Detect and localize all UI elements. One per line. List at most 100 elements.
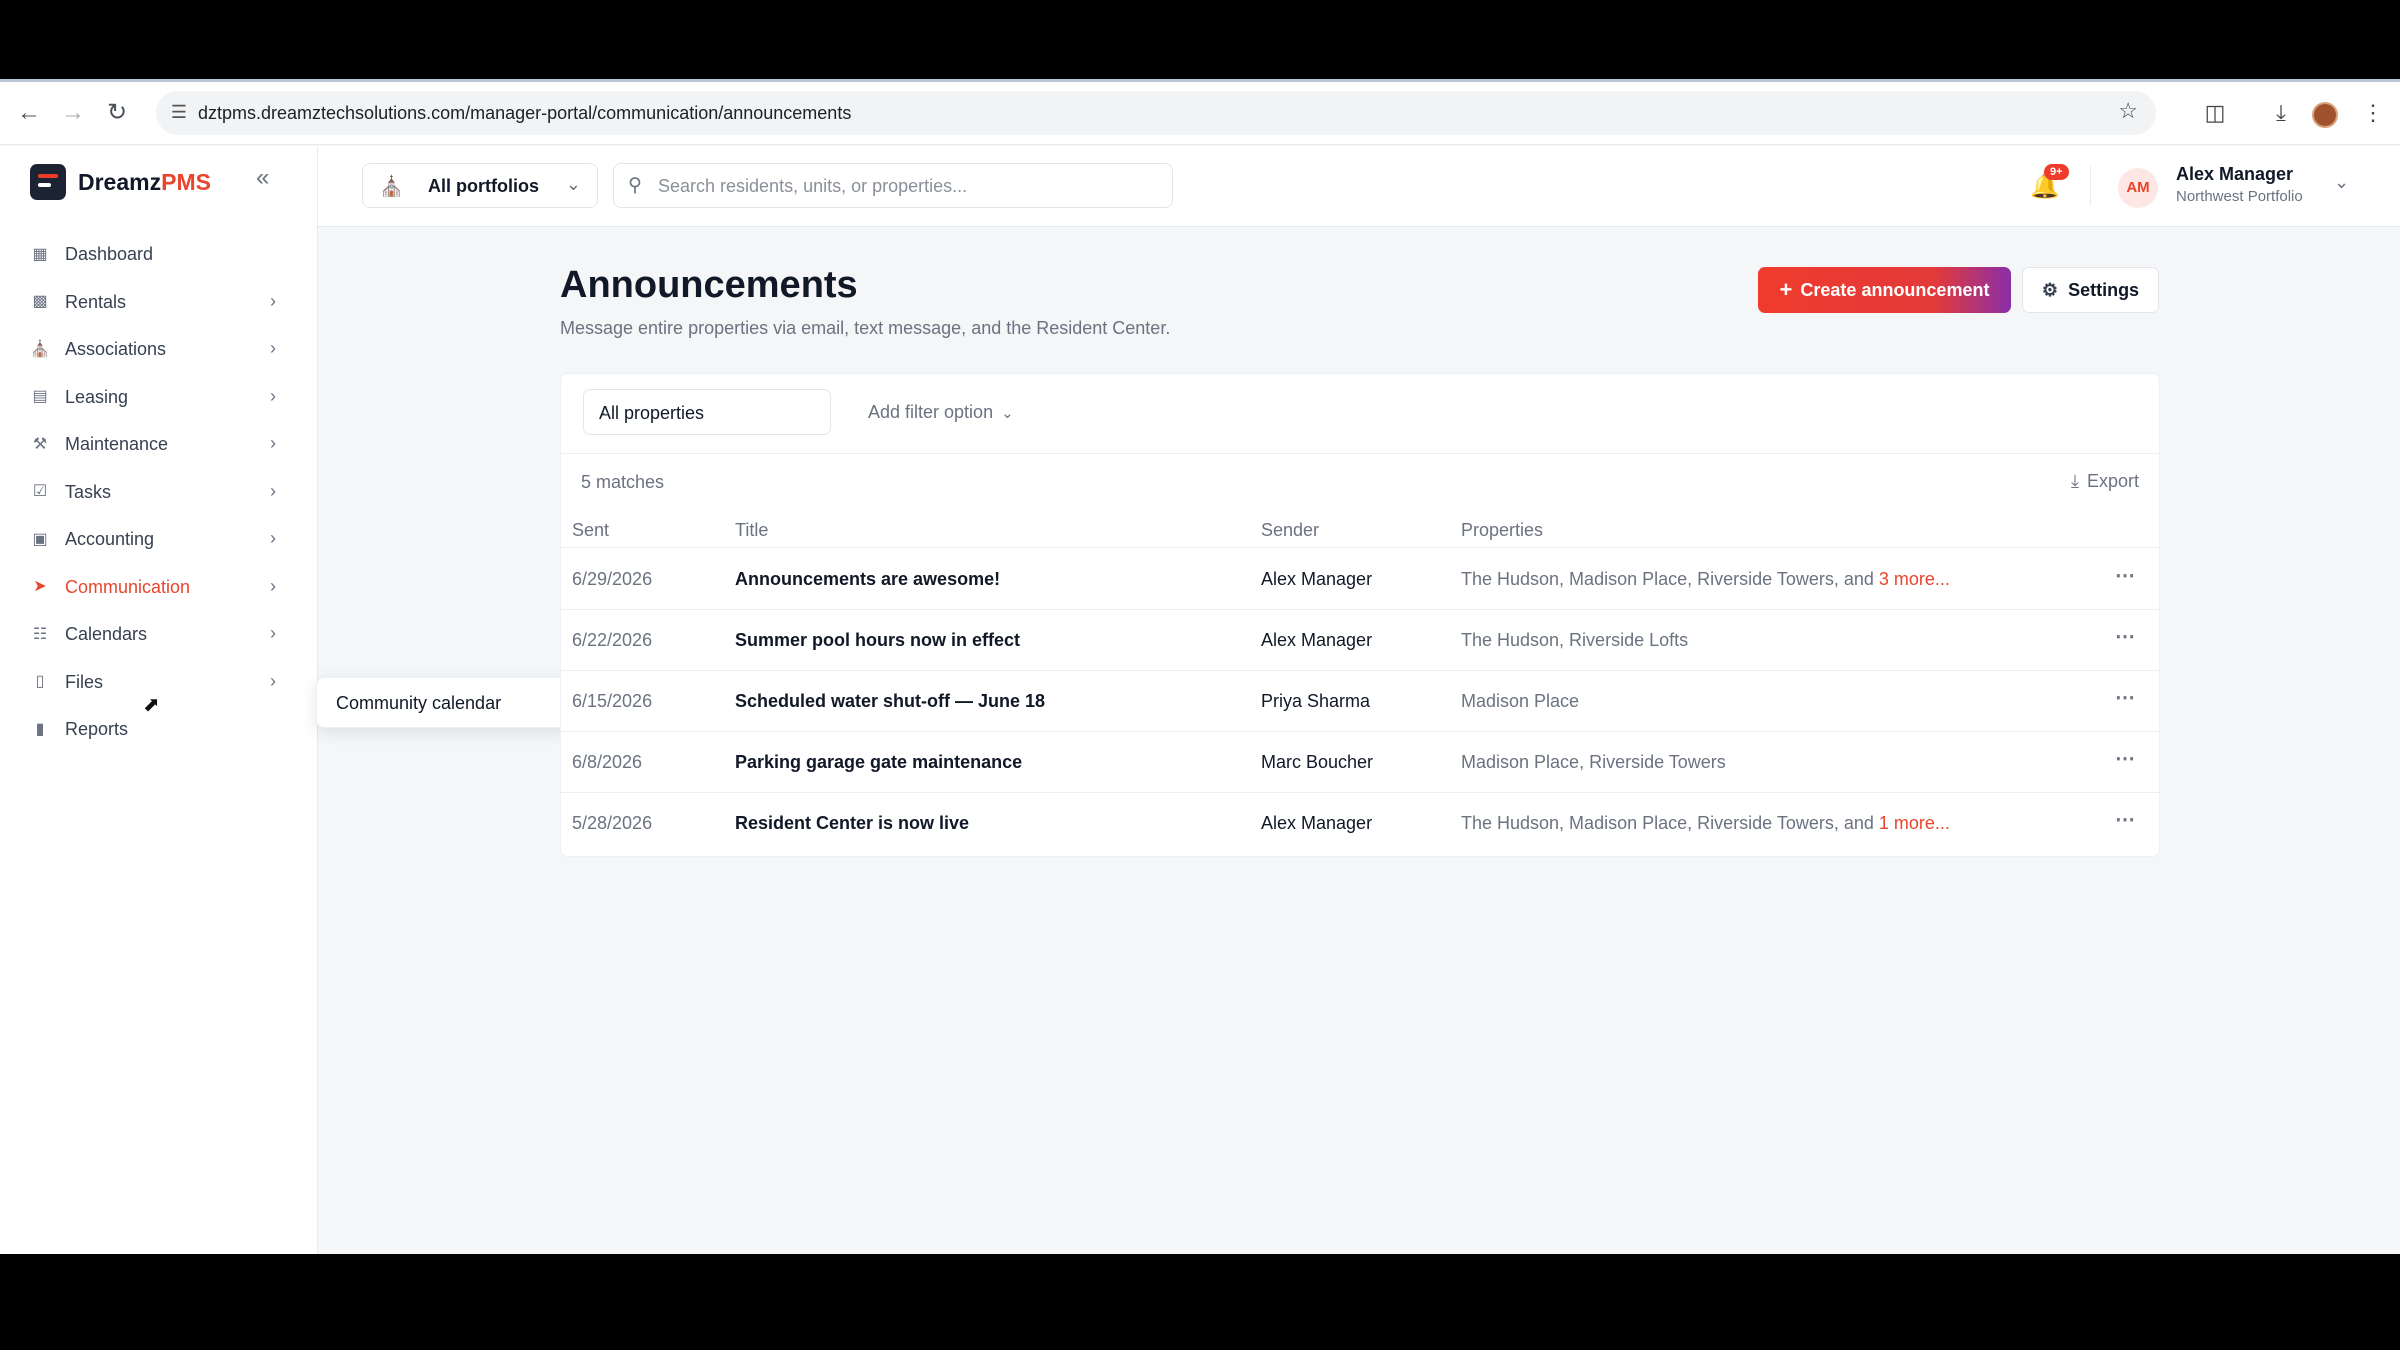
cell-title[interactable]: Scheduled water shut-off — June 18 xyxy=(735,691,1045,712)
sidebar-item-label: Reports xyxy=(65,719,129,740)
table-row[interactable]: 6/29/2026 Announcements are awesome! Ale… xyxy=(561,549,2159,610)
settings-label: Settings xyxy=(2068,279,2140,300)
portfolio-selector[interactable]: ⛪ All portfolios ⌄ xyxy=(362,163,598,208)
more-options-icon[interactable]: ⋯ xyxy=(2115,685,2136,710)
add-filter-label: Add filter option xyxy=(868,402,994,422)
reload-icon[interactable]: ↻ xyxy=(102,98,132,128)
sidebar-item-label: Files xyxy=(65,671,104,692)
cell-sent: 6/15/2026 xyxy=(572,691,653,711)
more-options-icon[interactable]: ⋯ xyxy=(2115,624,2136,649)
back-icon[interactable]: ← xyxy=(14,98,44,128)
browser-window: ← → ↻ ☰ dztpms.dreamztechsolutions.com/m… xyxy=(0,79,2400,1254)
cell-properties: The Hudson, Riverside Lofts xyxy=(1461,630,1688,651)
properties-text: Madison Place, Riverside Towers xyxy=(1461,752,1726,772)
calendars-submenu[interactable]: Community calendar xyxy=(316,677,570,728)
sidebar-nav: ▦ Dashboard ▩ Rentals › ⛪ Associations › xyxy=(0,231,318,754)
bar-chart-icon: ▮ xyxy=(35,720,45,738)
sidebar-item-accounting[interactable]: ▣ Accounting › xyxy=(0,516,318,564)
more-options-icon[interactable]: ⋯ xyxy=(2115,563,2136,588)
cell-title[interactable]: Resident Center is now live xyxy=(735,813,969,834)
browser-profile-avatar[interactable] xyxy=(2312,102,2338,128)
settings-button[interactable]: ⚙ Settings xyxy=(2022,267,2159,313)
search-input[interactable] xyxy=(658,172,1158,200)
more-properties-link[interactable]: 1 more... xyxy=(1879,813,1950,833)
table-header: Sent Title Sender Properties xyxy=(561,508,2159,548)
table-row[interactable]: 6/8/2026 Parking garage gate maintenance… xyxy=(561,732,2159,793)
cell-properties: Madison Place, Riverside Towers xyxy=(1461,752,1726,773)
cell-sent: 5/28/2026 xyxy=(572,813,653,833)
cell-title[interactable]: Parking garage gate maintenance xyxy=(735,752,1022,773)
cell-sender: Alex Manager xyxy=(1261,630,1373,650)
property-select[interactable]: All properties ⌄ xyxy=(583,389,831,435)
cell-title[interactable]: Announcements are awesome! xyxy=(735,569,1000,590)
sidebar-item-leasing[interactable]: ▤ Leasing › xyxy=(0,374,318,422)
column-header-title[interactable]: Title xyxy=(735,520,768,541)
add-filter-button[interactable]: Add filter option ⌄ xyxy=(868,402,1014,423)
portfolio-label: All portfolios xyxy=(428,176,539,196)
sidebar-item-label: Accounting xyxy=(65,529,155,550)
user-name[interactable]: Alex Manager xyxy=(2176,164,2293,185)
checkbox-icon: ☑ xyxy=(32,483,48,501)
download-icon: ⤓ xyxy=(2071,471,2079,491)
chevron-right-icon: › xyxy=(270,290,276,311)
table-body: 6/29/2026 Announcements are awesome! Ale… xyxy=(561,549,2159,858)
column-header-sent[interactable]: Sent xyxy=(572,520,609,541)
cell-sent: 6/8/2026 xyxy=(572,752,643,772)
avatar[interactable]: AM xyxy=(2118,168,2158,208)
cell-title[interactable]: Summer pool hours now in effect xyxy=(735,630,1020,651)
bookmark-star-icon[interactable]: ☆ xyxy=(2118,98,2138,124)
extensions-icon[interactable]: ◫ xyxy=(2200,98,2230,128)
page-title: Announcements xyxy=(560,264,858,306)
export-label: Export xyxy=(2086,471,2139,491)
more-options-icon[interactable]: ⋯ xyxy=(2115,807,2136,832)
chevron-right-icon: › xyxy=(270,338,276,358)
cell-sender: Priya Sharma xyxy=(1261,691,1371,711)
collapse-sidebar-icon[interactable]: « xyxy=(256,164,269,192)
bank-icon: ⛪ xyxy=(379,176,404,198)
table-row[interactable]: 6/15/2026 Scheduled water shut-off — Jun… xyxy=(561,671,2159,732)
plus-icon: + xyxy=(1779,277,1793,302)
column-header-sender[interactable]: Sender xyxy=(1261,520,1319,541)
sidebar-item-dashboard[interactable]: ▦ Dashboard xyxy=(0,231,318,279)
table-row[interactable]: 5/28/2026 Resident Center is now live Al… xyxy=(561,793,2159,854)
properties-text: Madison Place xyxy=(1461,691,1580,711)
wrench-icon: ⚒ xyxy=(32,435,48,453)
address-url[interactable]: dztpms.dreamztechsolutions.com/manager-p… xyxy=(198,103,851,124)
chevron-down-icon[interactable]: ⌄ xyxy=(2334,172,2349,193)
sidebar-item-tasks[interactable]: ☑ Tasks › xyxy=(0,469,318,517)
logo[interactable]: DreamzPMS xyxy=(30,164,211,200)
search-icon: ⚲ xyxy=(628,175,642,196)
sidebar-item-rentals[interactable]: ▩ Rentals › xyxy=(0,279,318,327)
divider xyxy=(2090,166,2091,206)
grid-icon: ▦ xyxy=(32,245,48,263)
column-header-properties[interactable]: Properties xyxy=(1461,520,1543,541)
forward-icon[interactable]: → xyxy=(58,98,88,128)
sidebar-item-label: Maintenance xyxy=(65,434,169,455)
submenu-item-community-calendar[interactable]: Community calendar xyxy=(336,693,501,714)
sidebar-item-associations[interactable]: ⛪ Associations › xyxy=(0,326,318,374)
sidebar-item-maintenance[interactable]: ⚒ Maintenance › xyxy=(0,421,318,469)
topbar: ⛪ All portfolios ⌄ ⚲ 🔔 9+ AM Alex Manage… xyxy=(318,146,2400,227)
document-icon: ▤ xyxy=(32,388,48,406)
browser-menu-icon[interactable]: ⋮ xyxy=(2358,98,2388,128)
properties-text: The Hudson, Madison Place, Riverside Tow… xyxy=(1461,813,1879,833)
export-button[interactable]: ⤓ Export xyxy=(2071,471,2139,492)
sidebar-item-label: Leasing xyxy=(65,386,129,407)
download-icon[interactable]: ⤓ xyxy=(2266,98,2296,128)
more-properties-link[interactable]: 3 more... xyxy=(1879,569,1950,589)
sidebar-item-communication[interactable]: ➤ Communication › xyxy=(0,564,318,612)
sidebar-item-label: Tasks xyxy=(65,481,112,502)
create-announcement-button[interactable]: + Create announcement xyxy=(1758,267,2011,313)
sidebar-item-calendars[interactable]: ☷ Calendars › xyxy=(0,611,318,659)
more-options-icon[interactable]: ⋯ xyxy=(2115,746,2136,771)
calendar-icon: ☷ xyxy=(32,625,48,643)
search-box[interactable]: ⚲ xyxy=(613,163,1173,208)
logo-mark-icon xyxy=(30,164,66,200)
table-row[interactable]: 6/22/2026 Summer pool hours now in effec… xyxy=(561,610,2159,671)
address-bar[interactable]: ☰ dztpms.dreamztechsolutions.com/manager… xyxy=(156,91,2156,135)
filter-bar: All properties ⌄ Add filter option ⌄ xyxy=(561,374,2159,454)
site-settings-icon[interactable]: ☰ xyxy=(166,99,192,125)
building-icon: ▩ xyxy=(32,293,48,311)
sidebar-item-label: Communication xyxy=(65,576,191,597)
bank-icon: ⛪ xyxy=(30,340,50,358)
